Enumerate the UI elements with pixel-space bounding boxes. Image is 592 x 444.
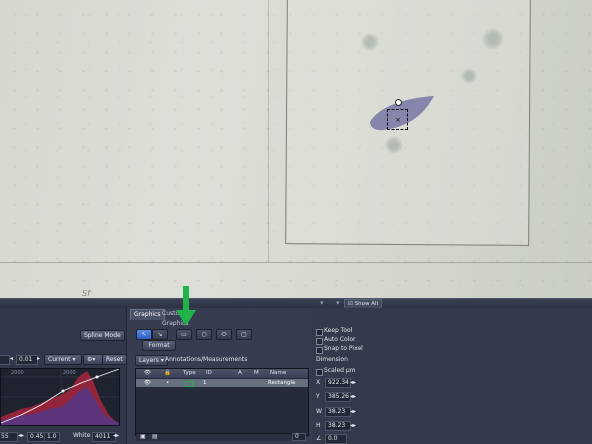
step-up-icon[interactable]: ▸ xyxy=(37,355,40,363)
column-m: M xyxy=(254,370,259,376)
y-field[interactable]: 385.26 xyxy=(325,392,351,402)
column-id: ID xyxy=(206,370,212,376)
bullet-icon: • xyxy=(166,380,170,386)
annotations-title: Annotations/Measurements xyxy=(165,356,248,363)
image-viewer[interactable]: × Sf xyxy=(0,0,592,298)
format-button[interactable]: Format xyxy=(142,340,176,351)
background-stain xyxy=(385,136,403,154)
green-arrow-icon xyxy=(176,286,196,326)
rounded-rectangle-tool[interactable]: ▢ xyxy=(236,329,252,340)
rectangle-type-icon xyxy=(185,381,194,387)
circle-icon: ○ xyxy=(201,331,207,338)
footer-count: 0 xyxy=(292,433,306,441)
arrow-select-tool[interactable]: ↖ xyxy=(136,329,152,340)
channel-select[interactable]: Current ▾ xyxy=(44,354,82,365)
show-all-label: Show All xyxy=(354,301,379,307)
auto-color-label: Auto Color xyxy=(324,336,356,343)
layers-dropdown[interactable]: Layers ▾ xyxy=(135,355,168,366)
gamma-step-field[interactable]: 0.01 xyxy=(16,355,38,365)
annotations-table[interactable]: 👁 🔒 Type ID A M Name 👁 • 1 Rectangle xyxy=(135,368,309,436)
background-stain xyxy=(482,28,504,50)
eye-icon[interactable]: 👁 xyxy=(144,369,151,378)
gear-icon[interactable]: ⚙▾ xyxy=(83,354,103,365)
circle-tool[interactable]: ○ xyxy=(196,329,212,340)
row-id: 1 xyxy=(203,380,207,386)
white-label: White xyxy=(73,432,91,439)
black-value-field[interactable]: 55 xyxy=(0,432,18,442)
x-label: X xyxy=(316,379,321,386)
rounded-rectangle-icon: ▢ xyxy=(241,331,247,338)
row-name[interactable]: Rectangle xyxy=(268,379,295,387)
column-a: A xyxy=(238,370,242,376)
hist-tick: 2000 xyxy=(11,370,24,376)
step-down-icon[interactable]: ◂ xyxy=(10,355,13,363)
w-label: W xyxy=(316,408,322,415)
image-marker-text: Sf xyxy=(82,289,90,298)
stepper-icon[interactable]: ◂▸ xyxy=(350,393,356,401)
rectangle-annotation[interactable]: × xyxy=(387,109,408,130)
rectangle-tool[interactable]: ▭ xyxy=(176,329,192,340)
collapse-icon[interactable]: ▾ xyxy=(336,299,340,307)
histogram-curve[interactable]: 2000 2000 xyxy=(0,368,120,426)
angle-field[interactable]: 0.0 xyxy=(325,434,347,444)
rotate-handle[interactable] xyxy=(395,99,402,106)
gamma-value-field[interactable]: 0.45 xyxy=(27,432,45,442)
histogram-chart xyxy=(1,369,119,425)
ellipse-icon: ⬭ xyxy=(221,331,227,338)
folder-icon[interactable]: ▤ xyxy=(152,433,158,441)
column-type: Type xyxy=(183,370,196,376)
pointer-icon: ↖ xyxy=(141,331,147,338)
ellipse-tool[interactable]: ⬭ xyxy=(216,329,232,340)
background-stain xyxy=(361,33,379,51)
spline-mode-button[interactable]: Spline Mode xyxy=(80,330,125,341)
table-row[interactable]: 👁 • 1 Rectangle xyxy=(136,379,308,387)
delete-icon[interactable]: ▣ xyxy=(140,433,146,441)
scaled-um-label: Scaled µm xyxy=(324,367,356,374)
snap-to-pixel-checkbox[interactable] xyxy=(316,347,323,354)
stepper-icon[interactable]: ◂▸ xyxy=(18,432,24,440)
stepper-icon[interactable]: ◂▸ xyxy=(350,379,356,387)
center-marker-icon: × xyxy=(395,116,401,124)
step-field-left[interactable] xyxy=(0,355,10,365)
h-label: H xyxy=(316,422,321,429)
gamma-max-field[interactable]: 1.0 xyxy=(44,432,60,442)
stepper-icon[interactable]: ◂▸ xyxy=(113,432,119,440)
keep-tool-label: Keep Tool xyxy=(324,327,353,334)
lock-icon[interactable]: 🔒 xyxy=(164,369,171,378)
dimension-title: Dimension xyxy=(316,356,348,363)
auto-color-checkbox[interactable] xyxy=(316,338,323,345)
snap-to-pixel-label: Snap to Pixel xyxy=(324,345,363,352)
draw-arrow-tool[interactable]: ↘ xyxy=(152,329,168,340)
reset-button[interactable]: Reset xyxy=(102,354,127,365)
table-header: 👁 🔒 Type ID A M Name xyxy=(136,369,308,378)
scaled-um-checkbox[interactable] xyxy=(316,369,323,376)
hist-tick: 2000 xyxy=(63,370,76,376)
stepper-icon[interactable]: ◂▸ xyxy=(350,422,356,430)
visible-icon[interactable]: 👁 xyxy=(144,379,151,387)
background-stain xyxy=(461,68,477,84)
h-field[interactable]: 38.23 xyxy=(325,421,351,431)
layers-label: Layers xyxy=(139,357,159,364)
rectangle-icon: ▭ xyxy=(181,331,187,338)
w-field[interactable]: 38.23 xyxy=(325,407,351,417)
angle-icon: ∠ xyxy=(316,435,322,442)
keep-tool-checkbox[interactable] xyxy=(316,329,323,336)
y-label: Y xyxy=(316,393,320,400)
column-name: Name xyxy=(270,370,287,376)
stepper-icon[interactable]: ◂▸ xyxy=(350,408,356,416)
faint-edge xyxy=(268,0,269,262)
x-field[interactable]: 922.34 xyxy=(325,378,351,388)
channel-select-value: Current xyxy=(48,356,71,363)
draw-icon: ↘ xyxy=(157,331,163,338)
table-scrollbar[interactable]: ▣ ▤ 0 xyxy=(136,433,306,441)
collapse-icon[interactable]: ▾ xyxy=(320,299,324,307)
